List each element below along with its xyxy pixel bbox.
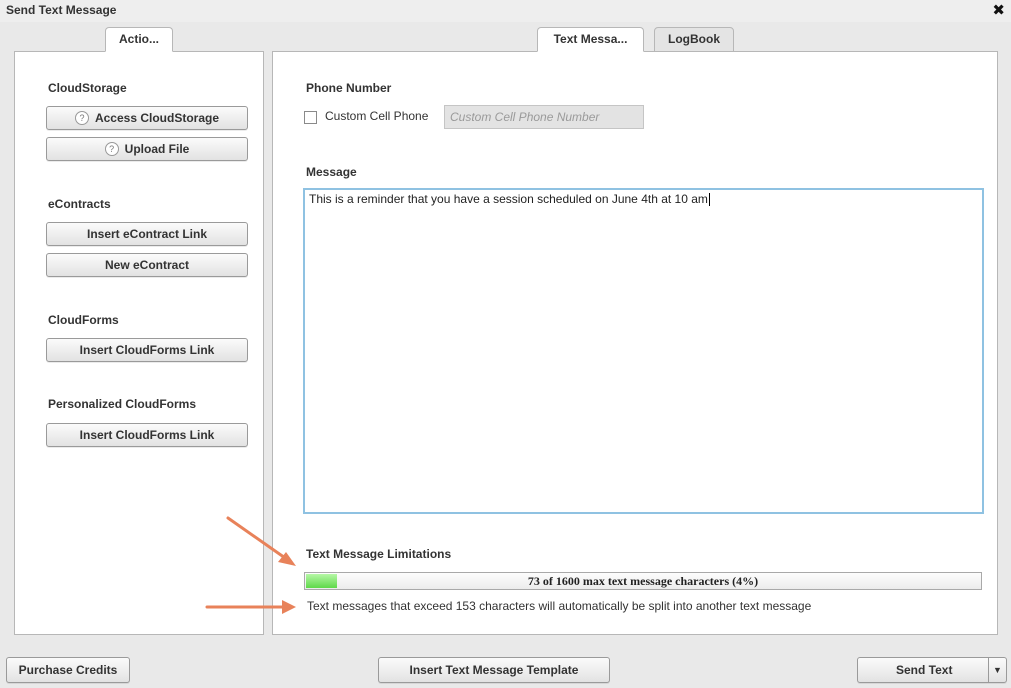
limitations-heading: Text Message Limitations [306, 547, 452, 561]
send-text-button[interactable]: Send Text ▼ [857, 657, 1007, 683]
access-cloudstorage-label: Access CloudStorage [94, 111, 220, 125]
insert-cloudforms-link-button[interactable]: Insert CloudForms Link [46, 338, 248, 362]
insert-econtract-link-button[interactable]: Insert eContract Link [46, 222, 248, 246]
text-cursor [708, 193, 710, 207]
custom-cell-phone-label: Custom Cell Phone [325, 109, 429, 123]
custom-cell-phone-input[interactable]: Custom Cell Phone Number [444, 105, 644, 129]
progress-text: 73 of 1600 max text message characters (… [527, 574, 759, 588]
upload-file-button[interactable]: ? Upload File [46, 137, 248, 161]
custom-cell-phone-checkbox[interactable] [304, 111, 317, 124]
annotation-arrow-icon [205, 600, 296, 614]
chevron-down-icon[interactable]: ▼ [988, 658, 1006, 682]
help-icon: ? [104, 142, 119, 156]
access-cloudstorage-button[interactable]: ? Access CloudStorage [46, 106, 248, 130]
text-message-panel: Phone Number Custom Cell Phone Custom Ce… [272, 51, 998, 635]
new-econtract-button[interactable]: New eContract [46, 253, 248, 277]
message-text: This is a reminder that you have a sessi… [309, 192, 708, 206]
annotation-arrow-icon [226, 516, 296, 566]
cloudstorage-heading: CloudStorage [48, 81, 127, 95]
phone-number-heading: Phone Number [306, 81, 392, 95]
tab-text-message[interactable]: Text Messa... [537, 27, 644, 52]
window-title: Send Text Message [6, 3, 117, 17]
message-heading: Message [306, 165, 357, 179]
split-message-note: Text messages that exceed 153 characters… [307, 599, 812, 613]
message-textarea[interactable]: This is a reminder that you have a sessi… [303, 188, 984, 514]
insert-personalized-cloudforms-link-button[interactable]: Insert CloudForms Link [46, 423, 248, 447]
upload-file-label: Upload File [124, 142, 190, 156]
send-text-label: Send Text [896, 663, 953, 677]
close-icon[interactable]: ✖ [992, 1, 1005, 19]
title-bar: Send Text Message ✖ [0, 0, 1011, 22]
character-count-progress-bar: 73 of 1600 max text message characters (… [304, 572, 982, 590]
econtracts-heading: eContracts [48, 197, 111, 211]
insert-text-message-template-button[interactable]: Insert Text Message Template [378, 657, 610, 683]
purchase-credits-button[interactable]: Purchase Credits [6, 657, 130, 683]
cloudforms-heading: CloudForms [48, 313, 119, 327]
tab-logbook[interactable]: LogBook [654, 27, 734, 52]
personalized-cloudforms-heading: Personalized CloudForms [48, 397, 197, 411]
help-icon: ? [74, 111, 89, 125]
tab-actions[interactable]: Actio... [105, 27, 173, 52]
